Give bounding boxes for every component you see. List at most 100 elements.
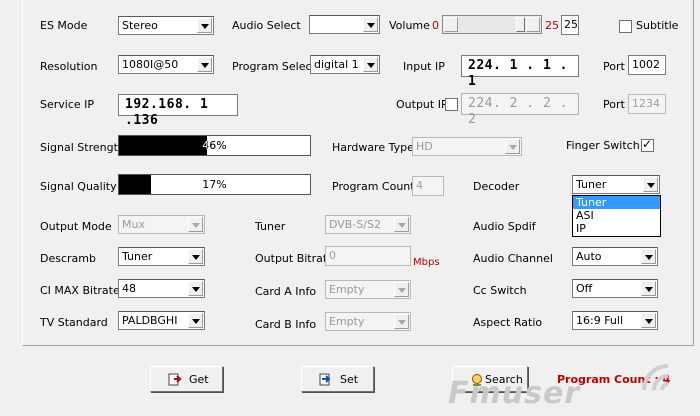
- output-port-value: 1234: [632, 97, 660, 110]
- subtitle-label: Subtitle: [636, 19, 679, 32]
- wifi-waves-icon: [642, 364, 669, 391]
- card-a-select[interactable]: Empty: [325, 280, 411, 299]
- input-ip-field[interactable]: 224. 1 . 1 . 1: [461, 55, 579, 89]
- chevron-down-icon: [641, 313, 656, 328]
- chevron-down-icon: [394, 217, 409, 232]
- hardware-type-label: Hardware Type: [332, 141, 414, 154]
- audio-select[interactable]: [309, 15, 380, 34]
- output-mode-select[interactable]: Mux: [118, 215, 205, 234]
- chevron-down-icon: [188, 249, 203, 264]
- tv-standard-select[interactable]: PALDBGHI: [118, 311, 205, 330]
- chevron-down-icon: [641, 249, 656, 264]
- slider-thumb[interactable]: [516, 17, 525, 32]
- resolution-select[interactable]: 1080I@50: [118, 55, 214, 74]
- volume-max: 25: [545, 19, 559, 32]
- output-ip-label: Output IP: [396, 98, 448, 111]
- output-ip-checkbox[interactable]: [445, 98, 458, 111]
- signal-strength-bar: 46%: [118, 135, 311, 156]
- descramb-label: Descramb: [40, 252, 96, 265]
- output-port-label: Port: [603, 98, 625, 111]
- tv-standard-label: TV Standard: [40, 316, 108, 329]
- service-ip-field[interactable]: 192.168. 1 .136: [118, 94, 238, 128]
- volume-value-box[interactable]: 25: [561, 15, 579, 35]
- output-mode-label: Output Mode: [40, 220, 112, 233]
- set-button[interactable]: Set: [301, 366, 374, 392]
- get-button-label: Get: [189, 373, 209, 386]
- get-button[interactable]: Get: [150, 366, 223, 392]
- program-select[interactable]: digital 1: [310, 55, 380, 74]
- descramb-select[interactable]: Tuner: [118, 247, 205, 266]
- ci-max-label: CI MAX Bitrate: [40, 284, 120, 297]
- slider-left-arrow-icon[interactable]: [444, 17, 458, 32]
- audio-select-label: Audio Select: [232, 19, 301, 32]
- audio-spdif-label: Audio Spdif: [473, 220, 536, 233]
- program-count-field: 4: [412, 176, 444, 196]
- finger-switch-checkbox[interactable]: ✓: [641, 137, 654, 152]
- tuner-label: Tuner: [255, 220, 286, 233]
- set-button-label: Set: [340, 373, 359, 386]
- chevron-down-icon: [197, 57, 212, 72]
- output-bitrate-field[interactable]: 0: [325, 246, 411, 266]
- chevron-down-icon: [197, 18, 212, 33]
- volume-value: 25: [564, 18, 578, 31]
- decoder-select[interactable]: Tuner: [572, 175, 660, 194]
- card-a-value: Empty: [329, 283, 365, 296]
- card-b-select[interactable]: Empty: [325, 312, 411, 331]
- chevron-down-icon: [188, 313, 203, 328]
- output-bitrate-label: Output Bitrate: [255, 252, 334, 265]
- decoder-option-asi[interactable]: ASI: [573, 209, 660, 222]
- cc-switch-value: Off: [576, 282, 593, 295]
- ci-max-value: 48: [122, 282, 136, 295]
- tuner-select[interactable]: DVB-S/S2: [325, 215, 411, 234]
- audio-channel-value: Auto: [576, 250, 602, 263]
- decoder-dropdown-list: Tuner ASI IP: [572, 195, 661, 237]
- chevron-down-icon: [188, 217, 203, 232]
- program-count-value: 4: [416, 179, 423, 192]
- slider-right-arrow-icon[interactable]: [526, 17, 540, 32]
- card-a-label: Card A Info: [255, 285, 317, 298]
- input-port-field[interactable]: 1002: [628, 55, 666, 75]
- input-ip-value: 224. 1 . 1 . 1: [468, 58, 568, 89]
- program-select-value: digital 1: [314, 58, 359, 71]
- service-ip-label: Service IP: [40, 98, 95, 111]
- service-ip-value: 192.168. 1 .136: [125, 97, 209, 128]
- cc-switch-select[interactable]: Off: [572, 279, 658, 298]
- resolution-label: Resolution: [40, 60, 98, 73]
- ci-max-select[interactable]: 48: [118, 279, 205, 298]
- output-mode-value: Mux: [122, 218, 145, 231]
- chevron-down-icon: [394, 314, 409, 329]
- input-ip-label: Input IP: [403, 60, 445, 73]
- fmuser-logo: Fmuser: [448, 376, 581, 411]
- finger-switch-label: Finger Switch: [566, 139, 640, 152]
- cc-switch-label: Cc Switch: [473, 284, 527, 297]
- es-mode-label: ES Mode: [40, 19, 88, 32]
- volume-min: 0: [432, 19, 439, 32]
- program-count-label: Program Count: [332, 180, 415, 193]
- audio-channel-label: Audio Channel: [473, 252, 553, 265]
- audio-channel-select[interactable]: Auto: [572, 247, 658, 266]
- signal-strength-text: 46%: [202, 139, 227, 152]
- hardware-type-value: HD: [416, 140, 433, 153]
- aspect-ratio-label: Aspect Ratio: [473, 316, 543, 329]
- hardware-type-select[interactable]: HD: [412, 137, 522, 156]
- card-b-label: Card B Info: [255, 318, 317, 331]
- output-port-field[interactable]: 1234: [628, 94, 666, 114]
- aspect-ratio-value: 16:9 Full: [576, 314, 624, 327]
- card-b-value: Empty: [329, 315, 365, 328]
- chevron-down-icon: [394, 282, 409, 297]
- output-ip-field[interactable]: 224. 2 . 2 . 2: [461, 93, 579, 127]
- volume-slider[interactable]: [442, 15, 542, 34]
- decoder-option-ip[interactable]: IP: [573, 222, 660, 235]
- es-mode-select[interactable]: Stereo: [118, 16, 214, 35]
- output-bitrate-unit: Mbps: [413, 257, 440, 268]
- chevron-down-icon: [363, 57, 378, 72]
- tv-standard-value: PALDBGHI: [122, 314, 178, 327]
- output-ip-value: 224. 2 . 2 . 2: [468, 96, 568, 127]
- aspect-ratio-select[interactable]: 16:9 Full: [572, 311, 658, 330]
- subtitle-checkbox[interactable]: [619, 20, 632, 33]
- decoder-option-tuner[interactable]: Tuner: [573, 196, 660, 209]
- tuner-value: DVB-S/S2: [329, 218, 381, 231]
- chevron-down-icon: [505, 139, 520, 154]
- volume-label: Volume: [389, 19, 430, 32]
- descramb-value: Tuner: [122, 250, 153, 263]
